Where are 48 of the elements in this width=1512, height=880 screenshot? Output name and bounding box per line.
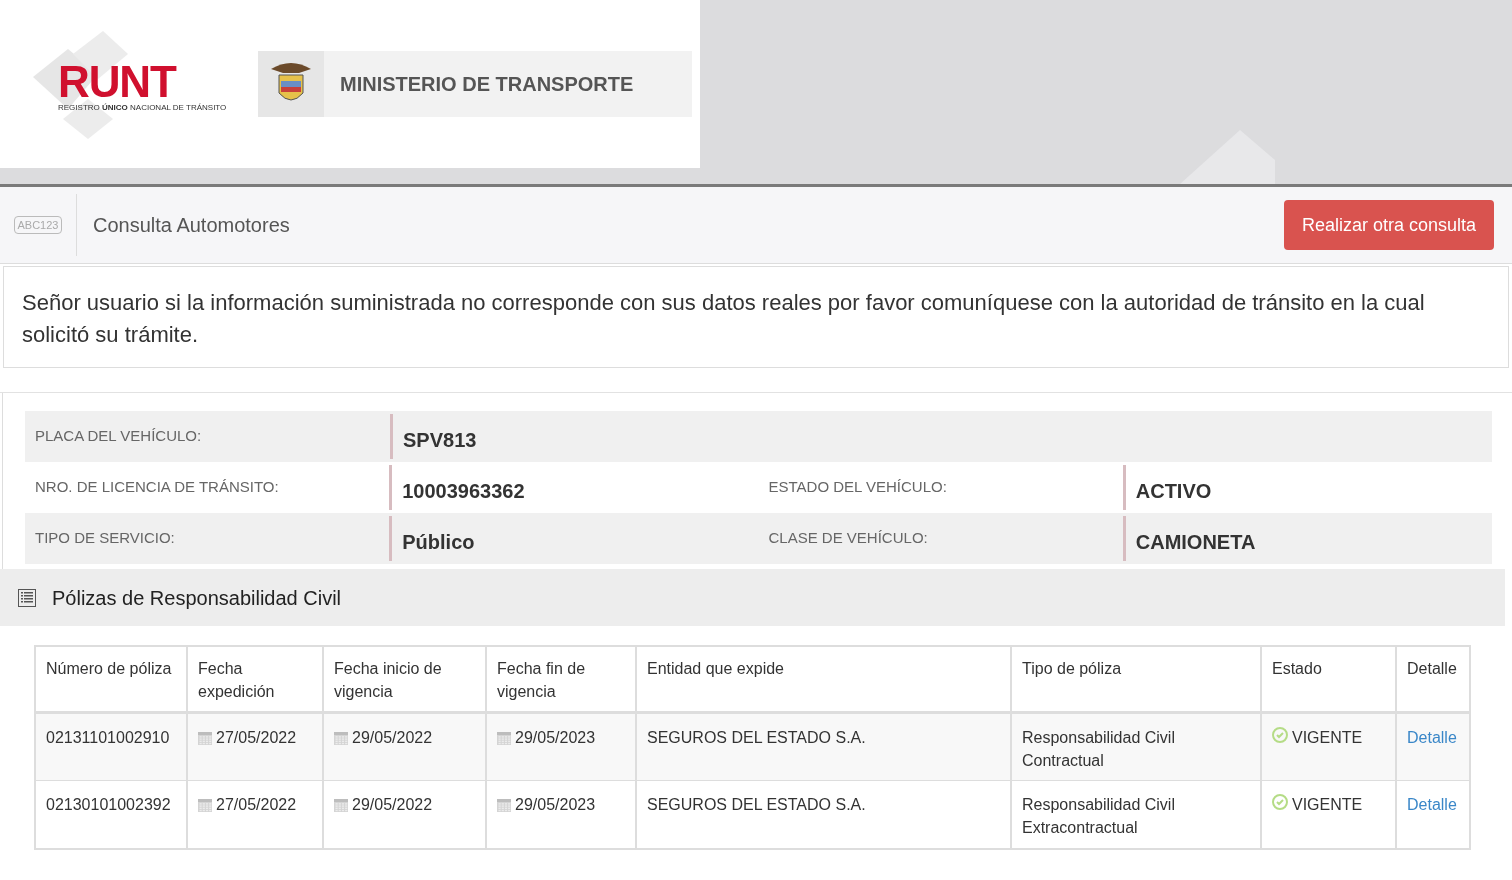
calendar-icon [334,798,348,812]
notice-text: Señor usuario si la información suministrada no corresponde con sus datos reales por favor comuníquese con la autoridad de tránsito en la cual solicitó su trámite. [22,289,1426,349]
list-icon [18,588,36,607]
column-header: Tipo de póliza [1012,647,1262,711]
date-text: 29/05/2023 [515,795,596,815]
date-text: 29/05/2022 [352,728,433,748]
date-text: 27/05/2022 [216,795,297,815]
field-label: CLASE DE VEHÍCULO: [768,528,928,549]
column-header: Entidad que expide [637,647,1012,711]
new-query-button[interactable]: Realizar otra consulta [1283,200,1494,250]
field-label: ESTADO DEL VEHÍCULO: [768,477,947,498]
plate-badge: ABC123 [13,215,63,235]
date-text: 27/05/2022 [216,728,297,748]
calendar-icon [198,798,212,812]
field-value: 10003963362 [402,478,525,504]
logo-tagline: REGISTRO ÚNICO NACIONAL DE TRÁNSITO [58,102,227,114]
field-value: CAMIONETA [1135,529,1256,555]
column-header: Número de póliza [36,647,188,711]
check-circle-icon [1272,727,1288,743]
field-value: ACTIVO [1135,478,1212,504]
page-title: Consulta Automotores [93,213,290,238]
column-header: Fecha inicio de vigencia [324,647,487,711]
field-label: PLACA DEL VEHÍCULO: [35,426,202,447]
column-header: Estado [1262,647,1397,711]
date-text: 29/05/2022 [352,795,433,815]
field-value: Público [402,529,475,555]
column-header: Fecha expedición [188,647,324,711]
table-cell: 02130101002392 [36,781,188,848]
field-value: SPV813 [403,427,477,453]
status-text: VIGENTE [1292,728,1363,748]
calendar-icon [198,731,212,745]
logo-wordmark: RUNT [58,62,177,102]
table-cell: SEGUROS DEL ESTADO S.A. [637,781,1012,848]
column-header: Fecha fin de vigencia [487,647,637,711]
table-cell: Responsabilidad Civil Extracontractual [1012,781,1262,848]
status-text: VIGENTE [1292,795,1363,815]
check-circle-icon [1272,794,1288,810]
calendar-icon [334,731,348,745]
calendar-icon [497,798,511,812]
detail-link[interactable]: Detalle [1407,796,1457,813]
field-label: NRO. DE LICENCIA DE TRÁNSITO: [35,477,279,498]
column-header: Detalle [1406,659,1458,679]
field-label: TIPO DE SERVICIO: [35,528,175,549]
ministry-name: MINISTERIO DE TRANSPORTE [340,72,634,97]
date-text: 29/05/2023 [515,728,596,748]
calendar-icon [497,731,511,745]
section-title: Pólizas de Responsabilidad Civil [52,585,342,611]
detail-link[interactable]: Detalle [1407,729,1457,746]
